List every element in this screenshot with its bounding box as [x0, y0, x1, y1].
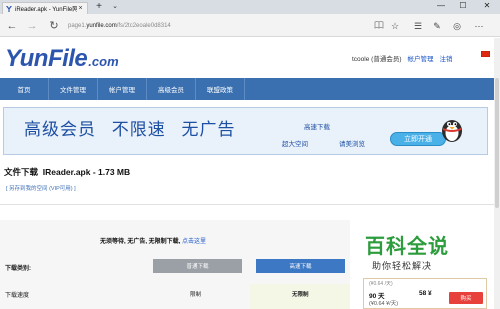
browser-toolbar: ← → ↻ page1. yunfile.com/fs/2tc2eoale0d83… [0, 14, 500, 37]
new-tab-button[interactable]: + [93, 1, 105, 13]
download-type-label: 下载类别: [5, 266, 31, 272]
user-bar: tcoole (普通会员) 帐户管理 注销 [352, 53, 452, 63]
favorites-hub-icon[interactable]: ☰ [411, 19, 425, 33]
price-per-day: (¥0.64 ¥/天) [369, 301, 399, 307]
banner-headline: 高级会员 不限速 无广告 [24, 120, 245, 140]
main-nav: 首页 文件管理 帐户管理 高级会员 联盟政策 [0, 78, 494, 100]
save-to-space-link[interactable]: [ 另存到我的空间 (VIP可用) ] [6, 184, 76, 192]
logo-suffix: .com [88, 54, 119, 69]
normal-speed-value: 限制 [190, 292, 202, 298]
fast-speed-value: 无限制 [292, 292, 309, 298]
address-bar[interactable]: page1. yunfile.com/fs/2tc2eoale0d8314 [68, 19, 368, 32]
logout-link[interactable]: 注销 [439, 53, 452, 63]
price-top-text: (¥0.64 /天) [369, 281, 393, 287]
forward-button[interactable]: → [25, 19, 39, 33]
refresh-button[interactable]: ↻ [47, 19, 61, 33]
banner-feature-space: 超大空间 [282, 141, 308, 148]
normal-download-button[interactable]: 普通下载 [153, 259, 242, 273]
browser-tab[interactable]: iReader.apk - YunFile网 × [2, 2, 88, 14]
logo-text: YunFile [5, 45, 88, 72]
web-note-icon[interactable]: ✎ [430, 19, 444, 33]
back-button[interactable]: ← [5, 19, 19, 33]
reading-view-icon[interactable] [372, 19, 386, 33]
click-here-link[interactable]: 点击这里 [182, 239, 206, 245]
tab-close-icon[interactable]: × [77, 5, 84, 12]
maximize-button[interactable]: ☐ [452, 0, 474, 12]
china-flag-icon[interactable] [481, 51, 490, 57]
minimize-button[interactable]: — [430, 0, 452, 12]
nav-item-account[interactable]: 帐户管理 [98, 78, 147, 100]
banner-headline-no-ads: 无广告 [181, 120, 236, 139]
tab-title: iReader.apk - YunFile网 [15, 7, 77, 13]
file-title-label: 文件下载 [4, 167, 39, 177]
nav-item-affiliate[interactable]: 联盟政策 [196, 78, 245, 100]
scrollbar-thumb[interactable] [495, 78, 499, 208]
nav-item-premium[interactable]: 高级会员 [147, 78, 196, 100]
file-name: IReader.apk - 1.73 MB [42, 167, 131, 177]
address-prefix: page1. [68, 22, 87, 29]
nav-item-file-management[interactable]: 文件管理 [49, 78, 98, 100]
price-amount: 58 ¥ [419, 290, 432, 297]
banner-headline-unlimited: 不限速 [111, 120, 166, 139]
address-domain: yunfile.com [86, 22, 117, 29]
no-wait-notice: 无须等待, 无广告, 无限制下载, 点击这里 [100, 236, 206, 245]
watermark-main-text: 百科全说 [365, 236, 449, 258]
account-management-link[interactable]: 帐户管理 [407, 53, 433, 63]
penguin-mascot-icon [442, 120, 462, 142]
premium-banner[interactable]: 高级会员 不限速 无广告 高速下载 超大空间 请美浏览 立即开通 [3, 107, 488, 155]
close-window-button[interactable]: ✕ [476, 0, 498, 12]
no-wait-text: 无须等待, 无广告, 无限制下载, [100, 239, 181, 245]
download-speed-label: 下载速度 [5, 293, 30, 299]
watermark-sub-text: 助你轻松解决 [372, 261, 433, 271]
yunfile-logo[interactable]: YunFile .com [5, 44, 131, 72]
divider [0, 204, 494, 205]
address-path: /fs/2tc2eoale0d8314 [116, 22, 171, 29]
fast-download-button[interactable]: 高速下载 [256, 259, 345, 273]
banner-headline-premium: 高级会员 [24, 120, 96, 139]
tab-strip: iReader.apk - YunFile网 × + ⌄ — ☐ ✕ [0, 0, 500, 14]
watermark: 百科全说 助你轻松解决 [350, 224, 480, 276]
buy-button[interactable]: 购买 [449, 292, 483, 304]
file-title: 文件下载 IReader.apk - 1.73 MB [4, 166, 130, 178]
favorite-star-icon[interactable]: ☆ [388, 19, 402, 33]
tab-preview-chevron-icon[interactable]: ⌄ [110, 2, 120, 12]
price-card: (¥0.64 /天) 90 天 58 ¥ (¥0.64 ¥/天) 购买 [363, 278, 487, 309]
nav-item-home[interactable]: 首页 [0, 78, 49, 100]
yunfile-favicon-icon [6, 5, 12, 12]
share-icon[interactable]: ◎ [450, 19, 464, 33]
banner-feature-fast: 高速下载 [304, 124, 330, 131]
banner-feature-browse: 请美浏览 [339, 141, 365, 148]
username: tcoole (普通会员) [352, 56, 402, 63]
more-icon[interactable]: ⋯ [472, 19, 486, 33]
